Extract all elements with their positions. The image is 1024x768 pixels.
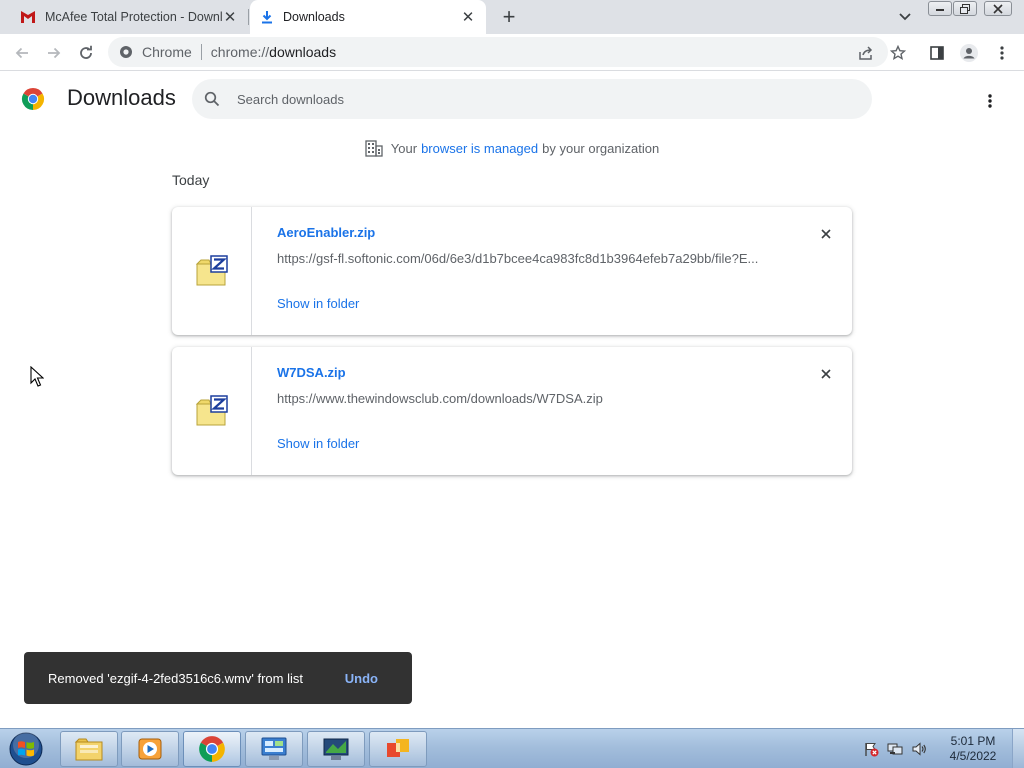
search-icon	[204, 91, 220, 107]
remove-from-list-button[interactable]	[816, 224, 836, 244]
show-in-folder-link[interactable]: Show in folder	[277, 296, 359, 311]
browser-menu-icon[interactable]	[992, 43, 1012, 63]
search-downloads-box[interactable]	[192, 79, 872, 119]
managed-prefix: Your	[390, 140, 418, 156]
taskbar-control-panel[interactable]	[245, 731, 303, 767]
download-item: W7DSA.zip https://www.thewindowsclub.com…	[172, 347, 852, 475]
managed-link[interactable]: browser is managed	[421, 141, 538, 156]
profile-avatar[interactable]	[959, 43, 979, 63]
removed-toast: Removed 'ezgif-4-2fed3516c6.wmv' from li…	[24, 652, 412, 704]
chrome-site-icon	[120, 46, 132, 58]
page-title: Downloads	[67, 85, 176, 110]
back-button[interactable]	[9, 40, 35, 66]
office-icon	[387, 739, 409, 757]
share-icon[interactable]	[856, 43, 876, 63]
address-separator	[200, 44, 202, 60]
taskbar-chrome[interactable]	[183, 731, 241, 767]
tab-downloads[interactable]: Downloads ✕	[250, 0, 486, 34]
close-icon	[821, 369, 831, 379]
tab-separator	[248, 9, 249, 25]
chrome-logo-icon	[21, 88, 45, 110]
close-icon	[821, 229, 831, 239]
url-host: downloads	[269, 44, 337, 60]
tab-close-icon[interactable]: ✕	[222, 9, 238, 26]
date-section-heading: Today	[172, 172, 210, 188]
downloads-more-menu-icon[interactable]	[978, 89, 1002, 113]
file-name-link[interactable]: W7DSA.zip	[277, 365, 346, 380]
minimize-button[interactable]	[928, 1, 952, 16]
action-center-flag-icon[interactable]	[862, 740, 880, 758]
source-url[interactable]: https://gsf-fl.softonic.com/06d/6e3/d1b7…	[277, 251, 777, 266]
zip-file-icon	[195, 255, 228, 286]
managed-notice: Your browser is managed by your organiza…	[0, 139, 1024, 157]
mcafee-icon	[21, 11, 35, 23]
network-tray-icon[interactable]	[886, 740, 904, 758]
close-window-button[interactable]	[984, 1, 1012, 16]
windows-taskbar: 5:01 PM 4/5/2022	[0, 728, 1024, 768]
restore-button[interactable]	[953, 1, 977, 16]
network-icon	[323, 738, 349, 760]
address-bar[interactable]: Chrome chrome://downloads	[108, 37, 888, 67]
file-name-link[interactable]: AeroEnabler.zip	[277, 225, 375, 240]
tab-close-icon[interactable]: ✕	[460, 9, 476, 26]
control-panel-icon	[261, 737, 287, 760]
bookmark-star-icon[interactable]	[888, 43, 908, 63]
windows-start-icon	[9, 732, 43, 766]
show-in-folder-link[interactable]: Show in folder	[277, 436, 359, 451]
chrome-icon	[199, 736, 225, 762]
file-icon-column	[172, 207, 252, 335]
show-desktop-button[interactable]	[1012, 729, 1024, 768]
volume-icon[interactable]	[910, 740, 928, 758]
minimize-icon	[936, 8, 944, 11]
remove-from-list-button[interactable]	[816, 364, 836, 384]
taskbar-file-explorer[interactable]	[60, 731, 118, 767]
clock-date: 4/5/2022	[949, 749, 997, 763]
toolbar: Chrome chrome://downloads	[0, 34, 1024, 71]
media-player-icon	[138, 738, 162, 760]
reload-icon	[80, 45, 92, 59]
clock-time: 5:01 PM	[950, 734, 996, 748]
taskbar-clock[interactable]: 5:01 PM 4/5/2022	[940, 734, 1006, 764]
taskbar-office[interactable]	[369, 731, 427, 767]
undo-button[interactable]: Undo	[345, 671, 378, 686]
source-url[interactable]: https://www.thewindowsclub.com/downloads…	[277, 391, 777, 406]
building-icon	[365, 140, 383, 157]
taskbar-media-player[interactable]	[121, 731, 179, 767]
downloads-header: Downloads	[0, 72, 1024, 128]
download-item: AeroEnabler.zip https://gsf-fl.softonic.…	[172, 207, 852, 335]
tab-strip: McAfee Total Protection - Downl ✕ Downlo…	[0, 0, 1024, 34]
download-icon	[262, 11, 272, 24]
file-explorer-icon	[74, 738, 103, 761]
system-tray	[862, 729, 934, 768]
restore-icon	[960, 3, 970, 14]
tab-mcafee[interactable]: McAfee Total Protection - Downl ✕	[8, 0, 248, 34]
zip-file-icon	[195, 395, 228, 426]
toast-message: Removed 'ezgif-4-2fed3516c6.wmv' from li…	[48, 670, 303, 686]
search-input[interactable]	[237, 91, 837, 107]
forward-arrow-icon	[48, 47, 61, 59]
tab-title: Downloads	[283, 10, 345, 24]
back-arrow-icon	[15, 47, 28, 59]
profile-icon	[960, 44, 978, 62]
side-panel-icon[interactable]	[927, 43, 947, 63]
site-label: Chrome	[142, 44, 192, 60]
mouse-cursor-icon	[30, 366, 44, 387]
taskbar-network-app[interactable]	[307, 731, 365, 767]
forward-button[interactable]	[41, 40, 67, 66]
tab-title: McAfee Total Protection - Downl	[45, 10, 222, 24]
reload-button[interactable]	[73, 40, 99, 66]
new-tab-button[interactable]: +	[497, 4, 521, 29]
file-icon-column	[172, 347, 252, 475]
managed-suffix: by your organization	[542, 140, 660, 156]
url-scheme: chrome://	[210, 44, 270, 60]
tab-search-icon[interactable]	[895, 9, 915, 25]
close-icon	[993, 3, 1003, 14]
start-button[interactable]	[6, 730, 46, 768]
